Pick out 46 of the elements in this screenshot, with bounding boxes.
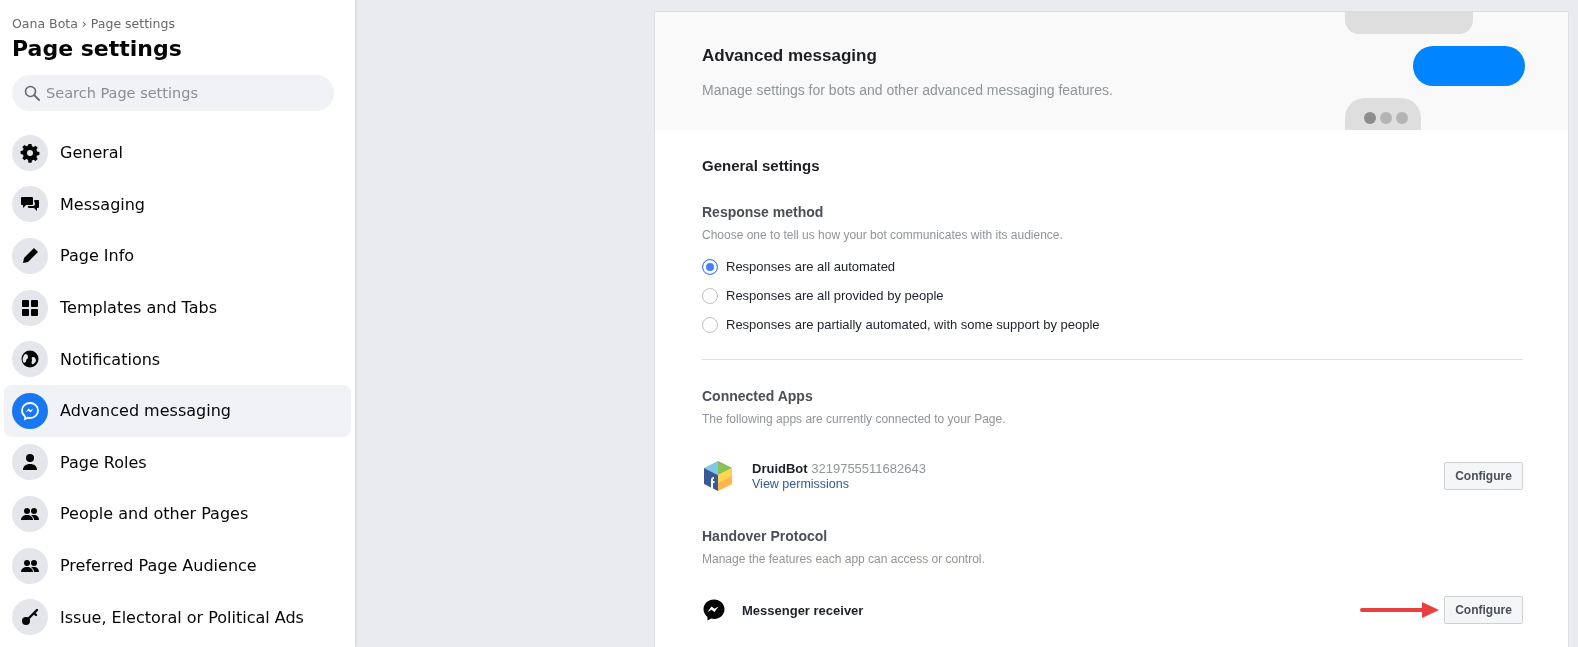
description-text: The following apps are currently connected to your Page. xyxy=(702,412,1007,426)
section-subtitle: Manage settings for bots and other advanced messaging features. xyxy=(702,82,1113,98)
sidebar-item[interactable]: People and other Pages xyxy=(4,488,351,540)
search-field[interactable]: Search Page settings xyxy=(12,75,334,111)
configure-button[interactable]: Configure xyxy=(1444,596,1523,624)
breadcrumb-separator: › xyxy=(81,16,87,31)
breadcrumb-link[interactable]: Page settings xyxy=(90,16,175,31)
messenger-icon xyxy=(20,400,40,421)
sidebar-item[interactable]: Templates and Tabs xyxy=(4,281,351,334)
gear-icon xyxy=(20,142,40,163)
radio-option[interactable]: Responses are partially automated, with some support by people xyxy=(702,310,1523,339)
description-text: Choose one to tell us how your bot communicates with its audience. xyxy=(702,228,1064,242)
sidebar-item[interactable]: Page Info xyxy=(4,230,351,282)
sidebar-item[interactable]: Page Roles xyxy=(4,436,351,489)
radio-option[interactable]: Responses are all automated xyxy=(702,252,1523,281)
sidebar-title: Page settings xyxy=(12,36,183,61)
subsection-heading: Response method xyxy=(702,204,825,220)
app-name: Messenger receiver xyxy=(742,602,865,618)
app-name: DruidBot xyxy=(752,461,808,476)
section-heading: General settings xyxy=(702,157,821,174)
radio-option[interactable]: Responses are all provided by people xyxy=(702,281,1523,310)
sidebar-item[interactable]: Messaging xyxy=(4,178,351,231)
subsection-heading: Handover Protocol xyxy=(702,528,829,544)
sidebar-item[interactable]: Advanced messaging xyxy=(4,384,351,437)
configure-button[interactable]: Configure xyxy=(1444,462,1523,490)
cube-icon xyxy=(702,460,734,492)
radio-button[interactable] xyxy=(702,258,718,275)
sidebar-item[interactable]: Issue, Electoral or Political Ads xyxy=(4,591,351,643)
pencil-icon xyxy=(20,246,40,266)
globe-icon xyxy=(20,349,40,370)
search-icon xyxy=(24,85,40,101)
radio-button[interactable] xyxy=(702,316,718,333)
app-id: 3219755511682643 xyxy=(811,461,926,476)
section-title: Advanced messaging xyxy=(702,46,878,66)
sidebar-item[interactable]: Notifications xyxy=(4,333,351,385)
key-icon xyxy=(20,607,40,628)
breadcrumb-link[interactable]: Oana Bota xyxy=(12,16,78,31)
view-permissions-link[interactable]: View permissions xyxy=(752,477,850,491)
sidebar-item[interactable]: General xyxy=(4,127,351,179)
person-icon xyxy=(20,452,40,473)
messenger-icon xyxy=(702,598,726,622)
radio-button[interactable] xyxy=(702,287,718,304)
description-text: Manage the features each app can access or control. xyxy=(702,552,986,566)
subsection-heading: Connected Apps xyxy=(702,388,814,404)
grid-icon xyxy=(20,297,40,318)
sidebar-item[interactable]: Preferred Page Audience xyxy=(4,539,351,592)
